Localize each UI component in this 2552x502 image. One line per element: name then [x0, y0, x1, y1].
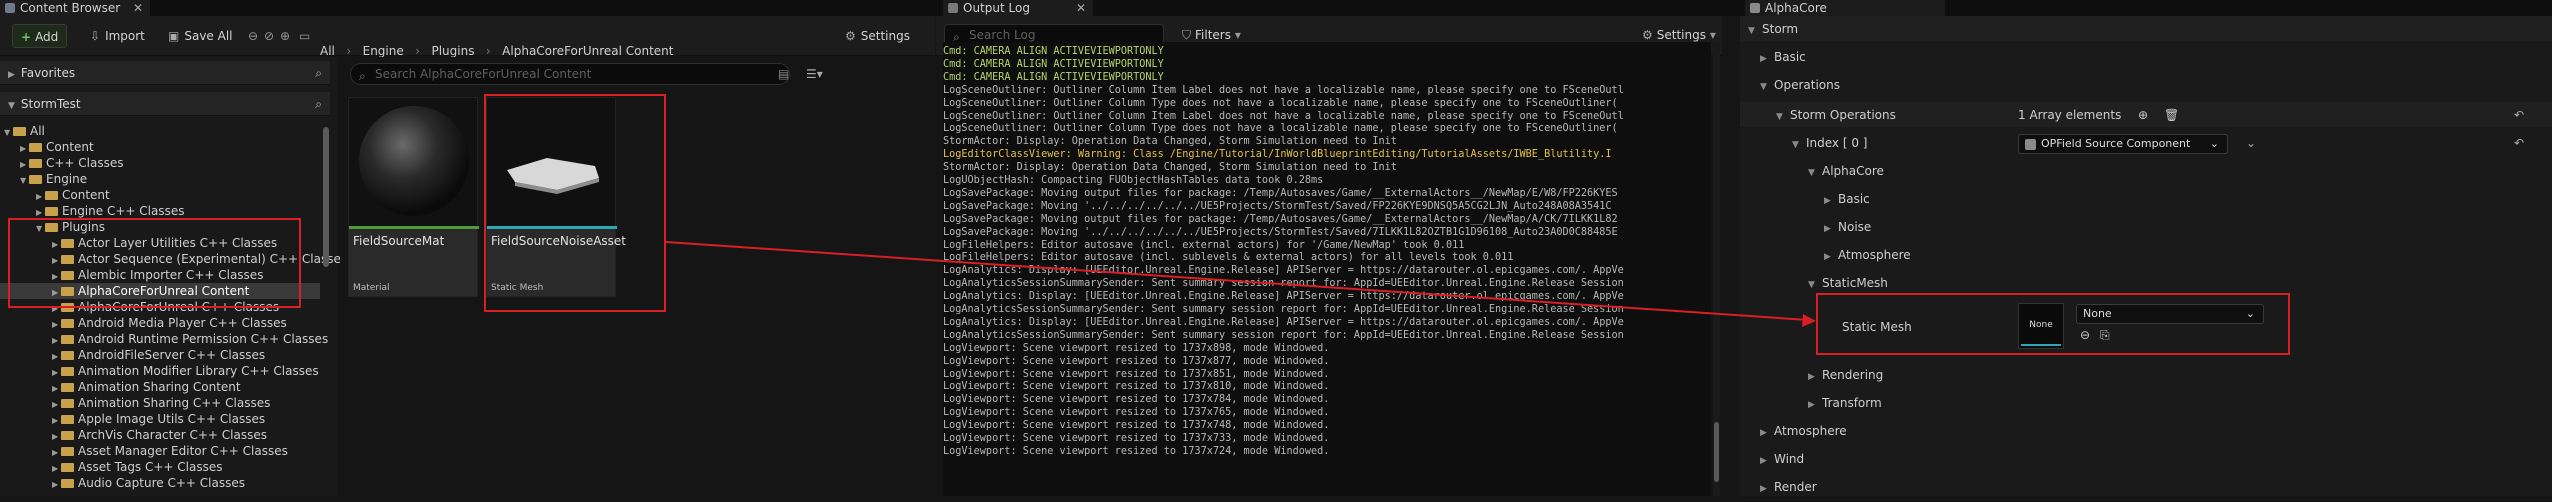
- annotation-arrow: [665, 241, 1816, 327]
